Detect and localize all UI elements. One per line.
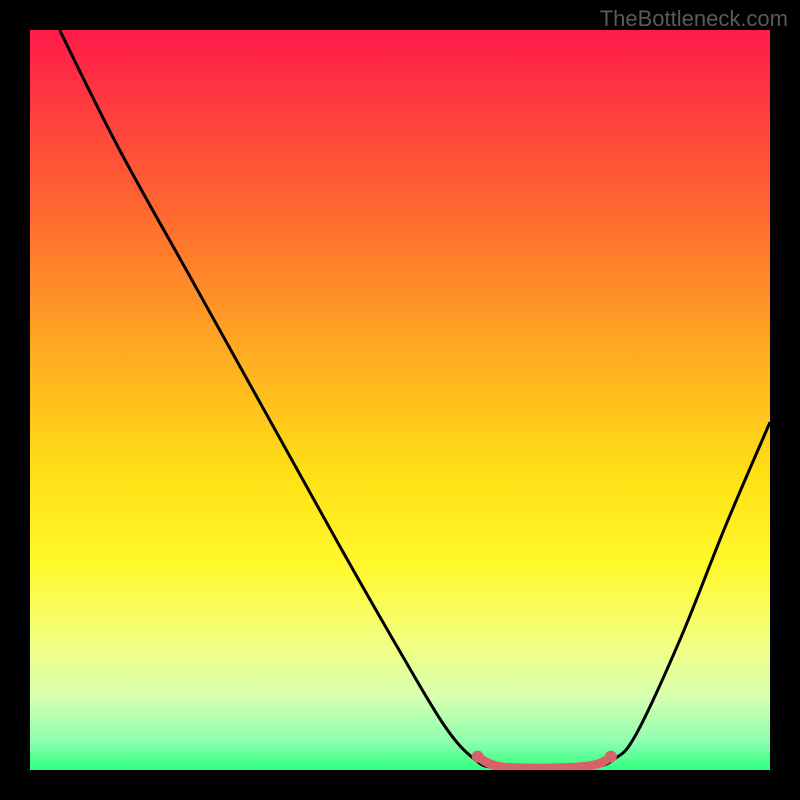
watermark-text: TheBottleneck.com xyxy=(600,6,788,32)
bottleneck-chart xyxy=(30,30,770,770)
optimal-band-endpoint xyxy=(605,751,617,763)
optimal-band-endpoint xyxy=(472,751,484,763)
gradient-background xyxy=(30,30,770,770)
chart-svg xyxy=(30,30,770,770)
